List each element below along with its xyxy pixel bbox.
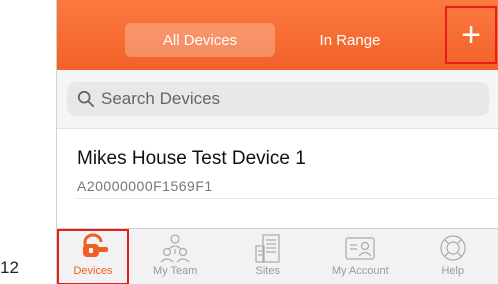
segment-in-range[interactable]: In Range (275, 23, 425, 57)
account-card-icon (345, 237, 375, 260)
segment-all-devices[interactable]: All Devices (125, 23, 275, 57)
tab-label: Devices (73, 265, 113, 277)
phone-screen: All Devices In Range + Mikes House Test … (56, 0, 498, 284)
search-input[interactable] (101, 89, 481, 109)
header-bar: All Devices In Range + (57, 0, 498, 70)
tab-help[interactable]: Help (407, 229, 498, 284)
team-icon (160, 234, 190, 263)
device-name: Mikes House Test Device 1 (77, 148, 306, 169)
step-number: 12 (0, 258, 19, 277)
tab-devices[interactable]: Devices (57, 229, 129, 284)
tab-bar: Devices My Team Sites My Account Help (57, 228, 498, 284)
device-list-item[interactable]: Mikes House Test Device 1 A20000000F1569… (57, 130, 498, 200)
tab-label: Help (441, 265, 465, 277)
lifebuoy-icon (440, 235, 466, 261)
search-icon (77, 90, 95, 108)
tab-my-account[interactable]: My Account (314, 229, 407, 284)
add-device-button[interactable]: + (445, 6, 497, 64)
tab-my-team[interactable]: My Team (129, 229, 222, 284)
plus-icon: + (461, 16, 481, 54)
row-divider (77, 198, 498, 199)
lock-icon (83, 233, 108, 257)
tab-label: Sites (255, 265, 280, 277)
search-field[interactable] (67, 82, 489, 116)
search-bar-container (57, 70, 498, 129)
device-id: A20000000F1569F1 (77, 178, 213, 194)
tab-sites[interactable]: Sites (222, 229, 315, 284)
tab-label: My Team (153, 265, 198, 277)
building-icon (255, 234, 280, 263)
device-filter-segmented-control: All Devices In Range (125, 23, 477, 57)
tab-label: My Account (331, 265, 389, 277)
